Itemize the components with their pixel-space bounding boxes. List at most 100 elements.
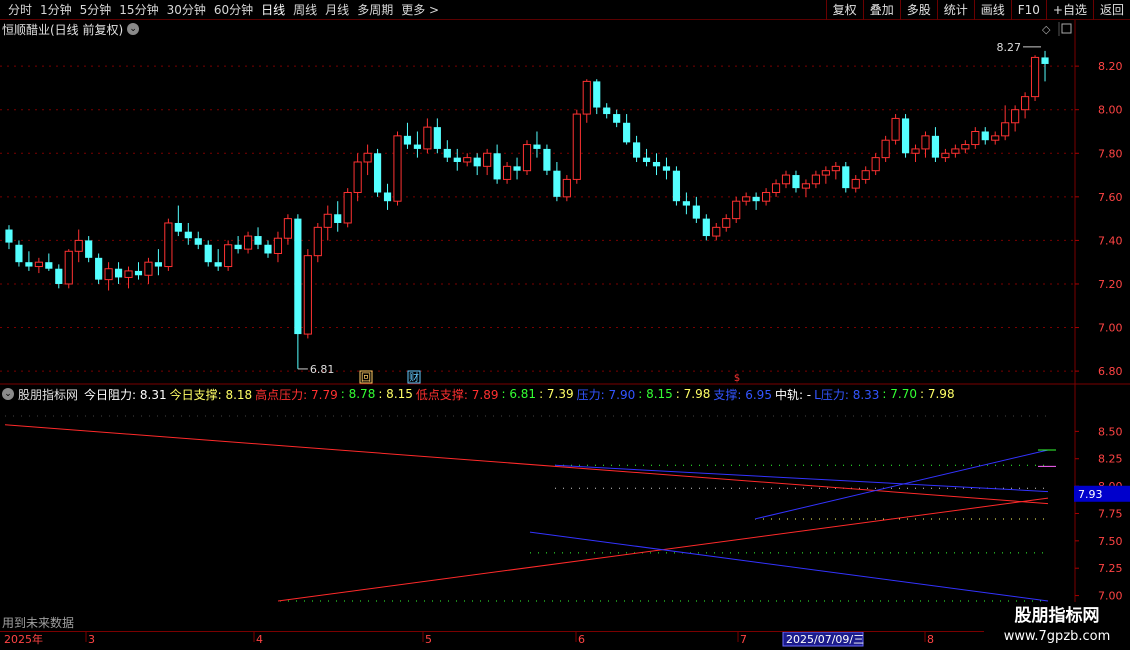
candle-body-down (373, 153, 382, 193)
candle-body-up (323, 213, 332, 228)
price-axis-label: 7.60 (1098, 191, 1123, 204)
candle-body-down (383, 192, 392, 202)
candle-body-up (771, 183, 781, 193)
indicator-value-4: : 8.15 (378, 387, 413, 401)
candle-body-down (652, 161, 661, 167)
candle-body-down (682, 201, 690, 206)
candle-body-down (85, 240, 93, 258)
price-axis-label: 7.40 (1098, 234, 1123, 247)
candle-body-down (134, 270, 143, 276)
candle-body-up (911, 148, 920, 154)
candle-body-up (423, 126, 432, 150)
resistance-trendline (4, 424, 1049, 505)
indicator-value-3: : 8.78 (340, 387, 376, 401)
candle-body-up (144, 261, 153, 276)
indicator-name: 股朋指标网 (18, 387, 79, 402)
candlestick-chart[interactable]: ◇ 8.20 8.00 7.80 7.60 7.40 7.20 7.00 6.80 8.27 6.8… (0, 0, 1130, 631)
indicator-value-1: 今日支撑: 8.18 (169, 387, 253, 402)
candle-body-down (204, 244, 212, 263)
indicator-value-8: 压力: 7.90 (576, 387, 636, 402)
indicator-value-13: L压力: 8.33 (814, 387, 880, 402)
candle-body-up (562, 178, 571, 198)
candle-body-up (353, 161, 362, 193)
event-marker-0: 回 (361, 372, 371, 384)
candle-body-down (553, 170, 561, 197)
candle-body-down (194, 238, 202, 245)
indicator-value-14: : 7.70 (882, 387, 917, 401)
candle-body-down (174, 222, 182, 232)
candle-body-down (254, 236, 262, 245)
chevron-down-icon[interactable]: ⌄ (127, 23, 140, 35)
sub-axis-label: 7.25 (1098, 562, 1123, 575)
candle-body-up (164, 222, 173, 268)
watermark: 股朋指标网 www.7gpzb.com (984, 602, 1130, 650)
low-price-label: 6.81 (310, 363, 335, 376)
candle-body-down (493, 153, 501, 180)
candle-body-up (971, 130, 980, 146)
candle-body-down (593, 81, 601, 108)
sub-axis-label: 7.00 (1098, 590, 1123, 603)
watermark-url: www.7gpzb.com (1003, 629, 1111, 644)
candle-body-up (811, 174, 820, 185)
candle-body-down (264, 244, 272, 254)
candle-body-up (224, 244, 233, 268)
candle-body-up (761, 191, 771, 202)
candle-body-down (95, 257, 103, 280)
timeline-bar[interactable]: 2025年 3 4 5 6 7 8 2025/07/09/三 (0, 631, 1130, 650)
candle-body-down (413, 144, 422, 149)
candle-body-up (124, 270, 133, 278)
candle-body-up (64, 250, 73, 285)
chevron-down-icon[interactable]: ⌄ (2, 388, 14, 400)
cursor-date-label: 2025/07/09/三 (786, 633, 864, 646)
candle-body-up (941, 152, 950, 159)
candle-body-down (45, 262, 53, 269)
candle-body-down (154, 262, 162, 267)
candle-body-up (801, 183, 811, 189)
candle-body-up (104, 268, 113, 281)
sub-axis-label: 8.25 (1098, 453, 1123, 466)
candle-body-down (702, 218, 710, 237)
candle-body-up (951, 148, 960, 154)
price-axis-label: 7.20 (1098, 278, 1123, 291)
candle-body-up (363, 152, 372, 163)
candle-body-down (931, 135, 940, 158)
candle-body-up (781, 174, 791, 185)
indicator-value-15: : 7.98 (920, 387, 955, 401)
current-value-label: 7.93 (1078, 488, 1103, 501)
chart-title: 恒顺醋业(日线 前复权) (2, 22, 124, 37)
time-label-3: 5 (425, 633, 432, 646)
candle-body-down (662, 166, 671, 171)
candle-body-up (572, 113, 581, 180)
candle-body-down (334, 214, 342, 223)
candle-body-down (15, 244, 23, 263)
time-label-5: 7 (740, 633, 747, 646)
indicator-value-12: 中轨: - (774, 387, 812, 402)
watermark-name: 股朋指标网 (1014, 606, 1100, 626)
candle-body-down (5, 229, 13, 243)
candle-body-down (842, 166, 850, 189)
candle-body-down (55, 268, 63, 284)
candle-body-up (483, 152, 492, 167)
candle-body-down (752, 196, 760, 202)
event-marker-1: 财 (409, 371, 419, 384)
candle-body-down (543, 148, 551, 171)
candle-body-down (533, 144, 541, 149)
candle-body-down (294, 218, 302, 335)
candle-body-down (443, 148, 451, 158)
candle-body-down (184, 231, 192, 239)
event-marker-2: $ (734, 373, 740, 384)
candle-body-up (722, 218, 731, 228)
candle-body-down (25, 262, 33, 267)
candle-body-up (34, 261, 43, 268)
price-axis-label: 6.80 (1098, 365, 1123, 378)
candle-body-up (871, 157, 880, 172)
candle-body-down (632, 142, 641, 158)
candle-body-up (303, 255, 312, 335)
sub-axis-label: 7.75 (1098, 507, 1123, 520)
candle-body-up (861, 170, 870, 180)
candle-body-down (692, 205, 700, 219)
candle-body-down (981, 131, 989, 141)
chart-title-row: 恒顺醋业(日线 前复权) ⌄ (2, 21, 140, 37)
candle-body-up (851, 178, 860, 189)
candle-body-down (672, 170, 681, 202)
